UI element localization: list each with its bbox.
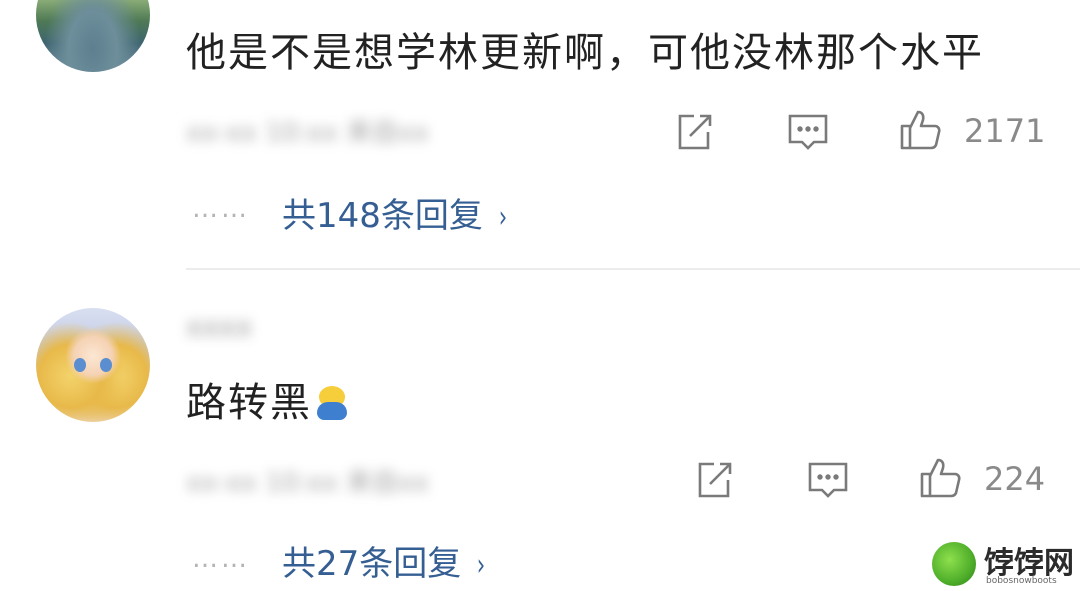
share-icon[interactable]: [672, 110, 716, 154]
chevron-right-icon: ›: [477, 548, 486, 583]
comment-icon[interactable]: [786, 110, 830, 154]
replies-label: 共148条回复: [282, 196, 483, 236]
replies-dots: ……: [192, 544, 250, 574]
comment-text: 路转黑: [186, 370, 348, 428]
comment-icon[interactable]: [806, 458, 850, 502]
watermark-subtitle: bobosnowboots: [986, 576, 1057, 586]
chevron-right-icon: ›: [498, 200, 508, 235]
username[interactable]: xxxx: [186, 310, 252, 343]
thumbs-up-icon[interactable]: [898, 108, 942, 152]
like-count: 224: [984, 460, 1046, 498]
watermark: 饽饽网 bobosnowboots: [930, 540, 1076, 590]
view-replies-link[interactable]: 共148条回复 ›: [282, 188, 509, 237]
comment-meta: xx-xx 10:xx 来自xx: [186, 468, 429, 498]
view-replies-link[interactable]: 共27条回复 ›: [282, 536, 487, 585]
replies-label: 共27条回复: [282, 544, 462, 584]
replies-dots: ……: [192, 194, 250, 224]
share-icon[interactable]: [692, 458, 736, 502]
divider: [186, 268, 1080, 270]
avatar[interactable]: [36, 308, 150, 422]
comment-text-body: 路转黑: [186, 380, 312, 426]
thumbs-up-icon[interactable]: [918, 456, 962, 500]
duck-emoji-icon: [316, 386, 348, 420]
comment-text: 他是不是想学林更新啊，可他没林那个水平: [186, 30, 984, 76]
leaf-logo-icon: [932, 542, 976, 586]
avatar[interactable]: [36, 0, 150, 72]
like-count: 2171: [964, 112, 1046, 150]
comment-meta: xx-xx 10:xx 来自xx: [186, 118, 429, 148]
